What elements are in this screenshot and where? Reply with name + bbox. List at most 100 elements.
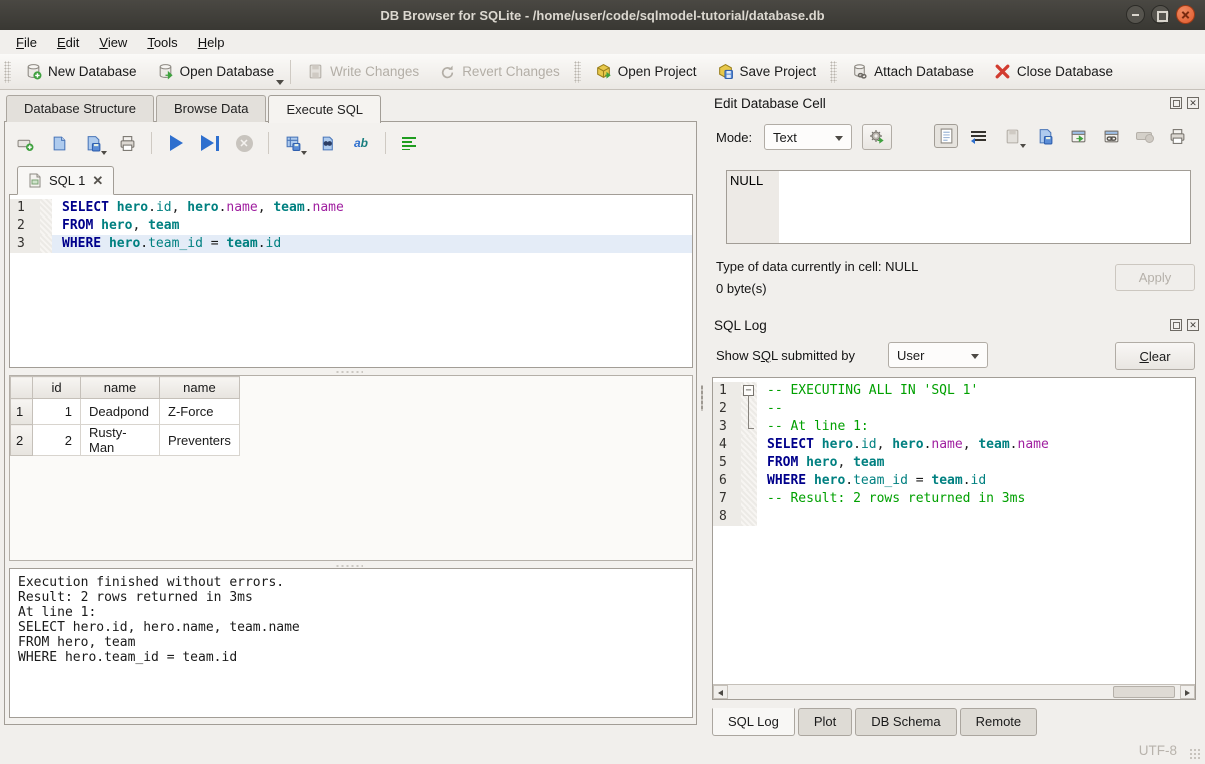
save-sql-file-button[interactable] xyxy=(81,131,105,155)
export-results-dropdown-icon[interactable] xyxy=(301,151,307,155)
export-results-button[interactable] xyxy=(281,131,305,155)
toolbar-grip[interactable] xyxy=(830,61,837,83)
import-cell-button[interactable] xyxy=(1000,124,1024,148)
float-panel-icon[interactable] xyxy=(1170,97,1182,109)
fold-margin[interactable] xyxy=(741,454,757,472)
result-cell[interactable]: 1 xyxy=(33,399,81,425)
code-text[interactable]: WHERE hero.team_id = team.id xyxy=(757,472,1195,490)
results-col-name2[interactable]: name xyxy=(160,377,240,399)
code-text[interactable]: -- xyxy=(757,400,1195,418)
apply-button[interactable]: Apply xyxy=(1115,264,1195,291)
open-database-dropdown-icon[interactable] xyxy=(276,80,284,85)
titlebar[interactable]: DB Browser for SQLite - /home/user/code/… xyxy=(0,0,1205,30)
clear-log-button[interactable]: Clear xyxy=(1115,342,1195,370)
code-text[interactable] xyxy=(757,508,1195,526)
mode-combobox[interactable]: Text xyxy=(764,124,852,150)
resize-grip[interactable] xyxy=(1189,748,1202,761)
stop-button[interactable] xyxy=(232,131,256,155)
results-col-name1[interactable]: name xyxy=(81,377,160,399)
code-text[interactable]: WHERE hero.team_id = team.id xyxy=(52,235,692,253)
open-project-button[interactable]: Open Project xyxy=(585,57,707,87)
save-project-button[interactable]: Save Project xyxy=(707,57,827,87)
dock-tab-sql-log[interactable]: SQL Log xyxy=(712,708,795,736)
execute-line-button[interactable] xyxy=(198,131,222,155)
row-header[interactable]: 1 xyxy=(11,399,33,425)
code-text[interactable]: FROM hero, team xyxy=(757,454,1195,472)
tab-execute-sql[interactable]: Execute SQL xyxy=(268,95,381,123)
menu-file[interactable]: File xyxy=(6,33,47,52)
menu-view[interactable]: View xyxy=(89,33,137,52)
menu-tools[interactable]: Tools xyxy=(137,33,187,52)
fold-margin[interactable] xyxy=(741,472,757,490)
menu-edit[interactable]: Edit xyxy=(47,33,89,52)
code-text[interactable]: SELECT hero.id, hero.name, team.name xyxy=(757,436,1195,454)
autocomplete-button[interactable]: ab xyxy=(349,131,373,155)
word-wrap-button[interactable] xyxy=(967,124,991,148)
execute-all-button[interactable] xyxy=(164,131,188,155)
result-cell[interactable]: 2 xyxy=(33,425,81,456)
dock-tab-remote[interactable]: Remote xyxy=(960,708,1038,736)
fold-margin[interactable] xyxy=(741,508,757,526)
auto-apply-button[interactable] xyxy=(862,124,892,150)
write-changes-button[interactable]: Write Changes xyxy=(297,57,429,87)
float-panel-icon[interactable] xyxy=(1170,319,1182,331)
maximize-icon[interactable] xyxy=(1151,5,1170,24)
fold-margin[interactable] xyxy=(741,418,757,436)
code-text[interactable]: FROM hero, team xyxy=(52,217,692,235)
fold-collapse-icon[interactable] xyxy=(743,385,754,396)
horizontal-scrollbar[interactable] xyxy=(713,684,1195,699)
fold-margin[interactable] xyxy=(741,382,757,400)
results-col-id[interactable]: id xyxy=(33,377,81,399)
open-sql-tab-button[interactable] xyxy=(13,131,37,155)
fold-margin[interactable] xyxy=(741,490,757,508)
format-sql-button[interactable] xyxy=(398,131,422,155)
log-filter-combobox[interactable]: User xyxy=(888,342,988,368)
open-sql-file-button[interactable] xyxy=(47,131,71,155)
result-cell[interactable]: Preventers xyxy=(160,425,240,456)
result-cell[interactable]: Deadpond xyxy=(81,399,160,425)
scroll-left-icon[interactable] xyxy=(713,685,728,699)
print-button[interactable] xyxy=(115,131,139,155)
new-database-button[interactable]: New Database xyxy=(15,57,147,87)
result-cell[interactable]: Rusty-Man xyxy=(81,425,160,456)
encoding-indicator[interactable]: UTF-8 xyxy=(1139,743,1177,758)
find-replace-button[interactable] xyxy=(315,131,339,155)
menu-help[interactable]: Help xyxy=(188,33,235,52)
tab-browse-data[interactable]: Browse Data xyxy=(156,95,266,122)
fold-margin[interactable] xyxy=(741,436,757,454)
code-text[interactable]: SELECT hero.id, hero.name, team.name xyxy=(52,199,692,217)
copy-link-button[interactable] xyxy=(1099,124,1123,148)
execution-message[interactable]: Execution finished without errors. Resul… xyxy=(9,568,693,718)
scrollbar-thumb[interactable] xyxy=(1113,686,1175,698)
open-external-button[interactable] xyxy=(1066,124,1090,148)
export-cell-button[interactable] xyxy=(1033,124,1057,148)
tab-database-structure[interactable]: Database Structure xyxy=(6,95,154,122)
result-cell[interactable]: Z-Force xyxy=(160,399,240,425)
row-header[interactable]: 2 xyxy=(11,425,33,456)
code-text[interactable]: -- Result: 2 rows returned in 3ms xyxy=(757,490,1195,508)
dock-tab-plot[interactable]: Plot xyxy=(798,708,852,736)
code-text[interactable]: -- At line 1: xyxy=(757,418,1195,436)
code-text[interactable]: -- EXECUTING ALL IN 'SQL 1' xyxy=(757,382,1195,400)
close-tab-icon[interactable] xyxy=(92,173,103,189)
cell-editor-content[interactable] xyxy=(779,171,1190,243)
cell-editor[interactable]: NULL xyxy=(726,170,1191,244)
set-null-button[interactable] xyxy=(1132,124,1156,148)
save-sql-dropdown-icon[interactable] xyxy=(101,151,107,155)
close-database-button[interactable]: Close Database xyxy=(984,57,1123,87)
sql-editor[interactable]: 1SELECT hero.id, hero.name, team.name2FR… xyxy=(9,194,693,368)
close-panel-icon[interactable] xyxy=(1187,97,1199,109)
scroll-right-icon[interactable] xyxy=(1180,685,1195,699)
dock-tab-db-schema[interactable]: DB Schema xyxy=(855,708,956,736)
results-corner-header[interactable] xyxy=(11,377,33,399)
revert-changes-button[interactable]: Revert Changes xyxy=(429,57,570,87)
close-panel-icon[interactable] xyxy=(1187,319,1199,331)
print-cell-button[interactable] xyxy=(1165,124,1189,148)
text-mode-button[interactable] xyxy=(934,124,958,148)
open-database-button[interactable]: Open Database xyxy=(147,57,285,87)
toolbar-grip[interactable] xyxy=(4,61,11,83)
fold-margin[interactable] xyxy=(741,400,757,418)
sql1-tab[interactable]: SQL 1 xyxy=(17,166,114,195)
minimize-icon[interactable] xyxy=(1126,5,1145,24)
sql-log-view[interactable]: 1-- EXECUTING ALL IN 'SQL 1'2--3-- At li… xyxy=(712,377,1196,700)
